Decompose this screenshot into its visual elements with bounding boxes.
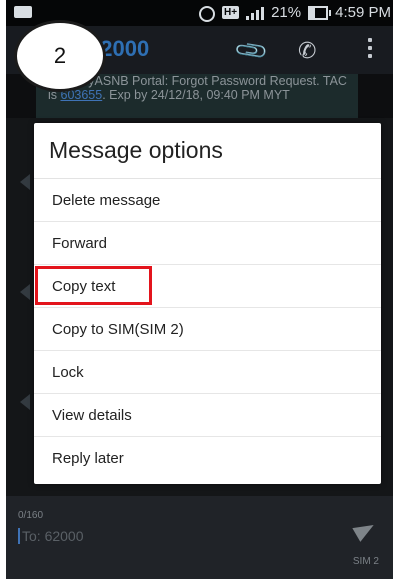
compose-bar: 0/160 To: 62000 SIM 2 — [6, 496, 393, 579]
option-forward[interactable]: Forward — [34, 222, 381, 265]
bubble-arrow-icon — [20, 174, 30, 190]
char-counter: 0/160 — [18, 510, 44, 521]
battery-percent: 21% — [271, 4, 302, 21]
signal-icon — [246, 6, 265, 20]
dialog-title: Message options — [34, 123, 381, 179]
clock: 4:59 PM — [335, 4, 391, 21]
highlight-box — [35, 266, 152, 305]
send-icon[interactable] — [352, 518, 378, 542]
alarm-icon — [199, 5, 216, 22]
network-type-icon: H+ — [222, 6, 240, 19]
overflow-menu-icon[interactable] — [368, 38, 372, 58]
paperclip-icon[interactable]: 📎 — [233, 32, 271, 70]
sim-label: SIM 2 — [352, 556, 379, 567]
bubble-arrow-icon — [20, 284, 30, 300]
recipient-input[interactable]: To: 62000 — [18, 528, 322, 544]
battery-icon — [308, 5, 332, 20]
notification-icon — [14, 6, 32, 18]
step-number-badge: 2 — [14, 20, 106, 92]
option-view-details[interactable]: View details — [34, 394, 381, 437]
option-reply-later[interactable]: Reply later — [34, 437, 381, 480]
phone-icon[interactable]: ✆ — [298, 38, 316, 64]
option-lock[interactable]: Lock — [34, 351, 381, 394]
message-text-end: . Exp by 24/12/18, 09:40 PM MYT — [102, 88, 290, 102]
option-copy-to-sim[interactable]: Copy to SIM(SIM 2) — [34, 308, 381, 351]
bubble-arrow-icon — [20, 394, 30, 410]
option-delete-message[interactable]: Delete message — [34, 179, 381, 222]
